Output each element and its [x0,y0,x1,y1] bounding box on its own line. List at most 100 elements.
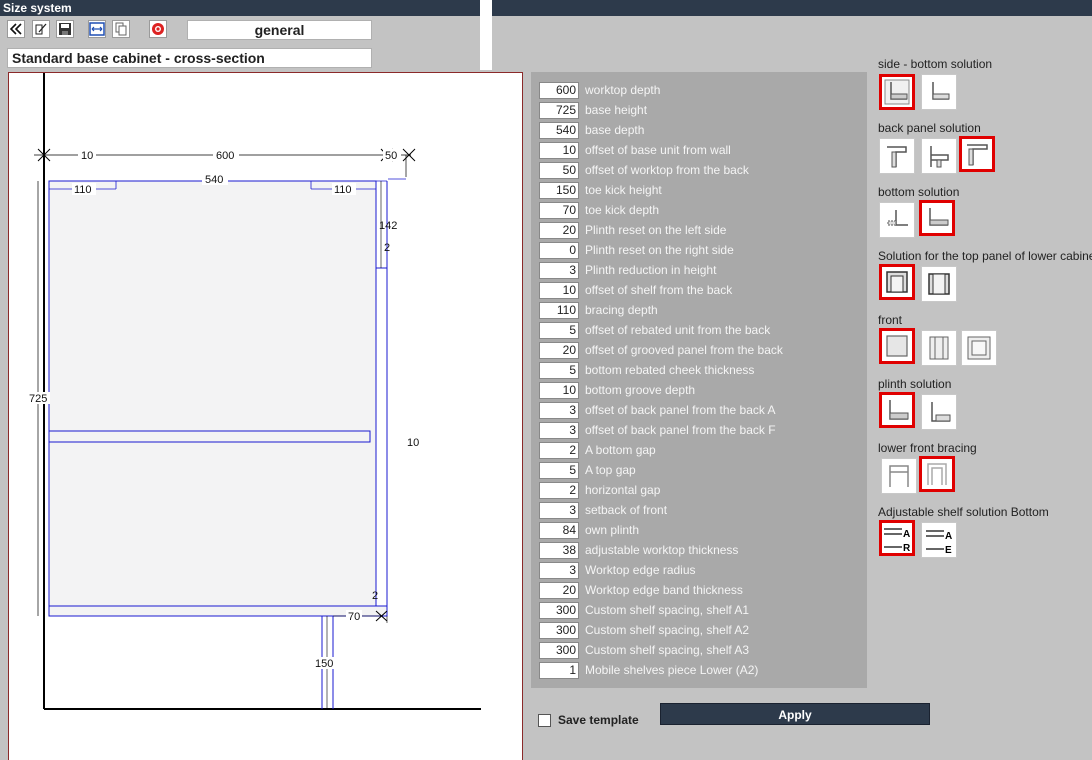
param-value-input[interactable] [539,141,579,159]
param-row: adjustable worktop thickness [539,541,738,559]
title-bar-gap [480,0,492,70]
param-value-input[interactable] [539,201,579,219]
param-value-input[interactable] [539,601,579,619]
top-panel-option-2[interactable] [921,266,957,302]
param-row: bottom rebated cheek thickness [539,361,754,379]
param-label: Worktop edge band thickness [585,583,743,597]
back-panel-option-3[interactable] [959,136,995,172]
back-panel-option-2[interactable] [921,138,957,174]
param-row: Mobile shelves piece Lower (A2) [539,661,758,679]
dim-600: 600 [216,150,234,162]
param-value-input[interactable] [539,561,579,579]
bottom-option-2[interactable] [919,200,955,236]
param-value-input[interactable] [539,261,579,279]
param-row: toe kick depth [539,201,659,219]
plinth-option-1[interactable] [879,392,915,428]
param-value-input[interactable] [539,161,579,179]
param-row: offset of back panel from the back F [539,421,776,439]
back-icon[interactable] [7,20,25,38]
param-label: offset of base unit from wall [585,143,731,157]
param-row: offset of rebated unit from the back [539,321,770,339]
param-value-input[interactable] [539,121,579,139]
param-label: horizontal gap [585,483,661,497]
param-row: bracing depth [539,301,658,319]
adj-shelf-option-2[interactable]: A E [921,522,957,558]
param-label: own plinth [585,523,640,537]
param-row: bottom groove depth [539,381,695,399]
bottom-title: bottom solution [878,185,960,199]
param-label: toe kick height [585,183,662,197]
param-label: setback of front [585,503,668,517]
letter-a: A [903,529,910,540]
side-bottom-option-2[interactable] [921,74,957,110]
param-row: Plinth reduction in height [539,261,716,279]
back-panel-option-1[interactable] [879,138,915,174]
side-bottom-option-1[interactable] [879,74,915,110]
plinth-option-2[interactable] [921,394,957,430]
dim-2-bottom: 2 [372,590,378,602]
param-value-input[interactable] [539,381,579,399]
save-template-checkbox[interactable]: Save template [538,713,639,727]
dim-10-right: 10 [407,437,419,449]
cross-section-drawing: 10 600 50 110 540 110 142 2 725 10 2 70 … [8,72,523,760]
param-row: base depth [539,121,644,139]
lower-bracing-option-2[interactable] [919,456,955,492]
param-value-input[interactable] [539,241,579,259]
param-value-input[interactable] [539,281,579,299]
param-row: Plinth reset on the right side [539,241,734,259]
param-label: Plinth reduction in height [585,263,717,277]
param-value-input[interactable] [539,461,579,479]
top-panel-option-1[interactable] [879,264,915,300]
adj-shelf-title: Adjustable shelf solution Bottom [878,505,1049,519]
dim-110-right: 110 [334,184,352,196]
copy-icon[interactable] [112,20,130,38]
back-panel-title: back panel solution [878,121,981,135]
param-value-input[interactable] [539,661,579,679]
profile-field[interactable]: general [187,20,372,40]
front-option-2[interactable] [921,330,957,366]
letter-r: R [903,543,911,553]
param-value-input[interactable] [539,181,579,199]
param-value-input[interactable] [539,421,579,439]
dim-540: 540 [205,174,223,186]
param-value-input[interactable] [539,501,579,519]
apply-button[interactable]: Apply [660,703,930,725]
lower-bracing-option-1[interactable] [881,458,917,494]
resize-icon[interactable] [88,20,106,38]
param-value-input[interactable] [539,481,579,499]
dim-110-left: 110 [74,184,92,196]
param-row: horizontal gap [539,481,660,499]
title-bar-right [492,0,1092,16]
window-title: Size system [3,1,72,15]
param-value-input[interactable] [539,321,579,339]
param-label: Custom shelf spacing, shelf A2 [585,623,750,637]
adj-shelf-option-1[interactable]: A R [879,520,915,556]
param-label: offset of back panel from the back A [585,403,776,417]
param-value-input[interactable] [539,581,579,599]
front-title: front [878,313,903,327]
param-value-input[interactable] [539,341,579,359]
param-label: Custom shelf spacing, shelf A3 [585,643,750,657]
param-value-input[interactable] [539,621,579,639]
front-option-1[interactable] [879,328,915,364]
param-value-input[interactable] [539,361,579,379]
side-bottom-title: side - bottom solution [878,57,993,71]
param-value-input[interactable] [539,521,579,539]
bottom-option-1[interactable] [879,202,915,238]
checkbox-box[interactable] [538,713,551,727]
param-value-input[interactable] [539,401,579,419]
open-icon[interactable] [32,20,50,38]
param-row: Custom shelf spacing, shelf A1 [539,601,749,619]
cross-section-svg: 10 600 50 110 540 110 142 2 725 10 2 70 … [28,73,481,710]
param-value-input[interactable] [539,101,579,119]
param-value-input[interactable] [539,301,579,319]
param-value-input[interactable] [539,441,579,459]
param-value-input[interactable] [539,541,579,559]
front-option-3[interactable] [961,330,997,366]
save-icon[interactable] [56,20,74,38]
param-row: offset of back panel from the back A [539,401,776,419]
param-value-input[interactable] [539,221,579,239]
param-value-input[interactable] [539,641,579,659]
param-value-input[interactable] [539,81,579,99]
help-icon[interactable] [149,20,167,38]
